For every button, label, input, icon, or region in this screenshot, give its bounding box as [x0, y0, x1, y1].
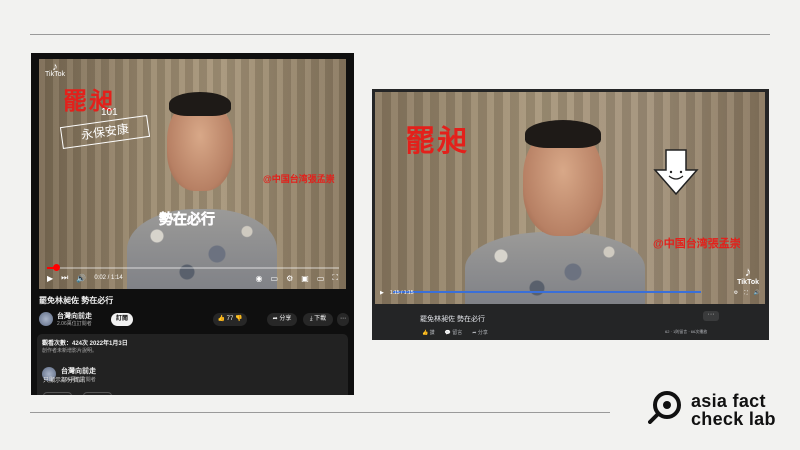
- like-dislike-button[interactable]: 👍 77 👎: [213, 313, 247, 326]
- settings-icon[interactable]: ⚙: [286, 274, 293, 283]
- afcl-logo-text: asia fact check lab: [691, 392, 776, 428]
- facebook-player-controls: ▶ 1:15 / 1:15 ⚙ ⛶ 🔊: [380, 288, 760, 298]
- overlay-handle: @中国台湾張孟崇: [263, 174, 335, 184]
- share-icon: ➦: [272, 316, 278, 322]
- comment-button[interactable]: 💬 留言: [445, 329, 463, 336]
- share-button[interactable]: ➦ 分享: [267, 313, 297, 326]
- more-actions-button[interactable]: ⋯: [337, 313, 349, 326]
- expand-icon[interactable]: ⛶: [744, 290, 748, 296]
- player-controls: ▶ ⏭ 🔊 0:02 / 1:14 ◉ ▭ ⚙ ▣ ▭ ⛶: [47, 271, 338, 285]
- volume-icon[interactable]: 🔊: [76, 274, 86, 283]
- overlay-handle: @中国台湾張孟崇: [653, 238, 741, 250]
- tiktok-icon: ♪: [52, 61, 58, 73]
- partial-info-note: 只顯示部分資訊: [43, 378, 86, 384]
- no-description-text: 創作者未新增影片說明。: [42, 348, 98, 354]
- facebook-screenshot: 罷昶 @中国台湾張孟崇 ♪ TikTok ▶ 1:15 / 1:15 ⚙ ⛶ 🔊…: [372, 89, 769, 340]
- thumbs-down-icon: 👎: [235, 316, 243, 322]
- channel-subscribers: 2.06萬位訂閱者: [57, 321, 92, 327]
- down-arrow-icon: [653, 149, 699, 196]
- subscribe-button[interactable]: 訂閱: [111, 313, 133, 326]
- youtube-screenshot: ♪ TikTok 罷昶 101 永保安康 @中国台湾張孟崇 勢在必行 ▶ ⏭ 🔊…: [31, 53, 354, 395]
- progress-scrubber[interactable]: [52, 264, 60, 271]
- person-hair: [169, 92, 231, 116]
- overlay-bless-number: 101: [101, 107, 118, 118]
- channel-row: 台灣向前走 2.06萬位訂閱者 訂閱 👍 77 👎 ➦ 分享 ⤓ 下載 ⋯: [37, 311, 349, 329]
- theater-icon[interactable]: ▭: [317, 274, 325, 283]
- channel-avatar[interactable]: [39, 312, 53, 326]
- tiktok-watermark: ♪ TikTok: [45, 61, 65, 79]
- time-display: 1:15 / 1:15: [389, 290, 414, 296]
- share-icon: ➦: [472, 330, 477, 336]
- settings-icon[interactable]: ⚙: [734, 290, 738, 296]
- tiktok-icon: ♪: [744, 264, 752, 279]
- more-options-button[interactable]: ···: [703, 311, 719, 321]
- autoplay-toggle-icon[interactable]: ◉: [256, 274, 263, 283]
- fullscreen-icon[interactable]: ⛶: [332, 273, 338, 283]
- download-icon: ⤓: [309, 316, 313, 322]
- description-box[interactable]: 觀看次數：424次 2022年1月3日 創作者未新增影片說明。 台灣向前走 2.…: [37, 334, 348, 395]
- top-divider: [30, 34, 770, 35]
- share-button[interactable]: ➦ 分享: [472, 329, 488, 336]
- captions-icon[interactable]: ▭: [271, 274, 279, 283]
- like-count: 77: [226, 316, 234, 322]
- videos-button[interactable]: ▣ 影片: [43, 392, 73, 395]
- youtube-progress-bar[interactable]: [47, 264, 339, 271]
- volume-icon[interactable]: 🔊: [754, 290, 760, 296]
- play-icon[interactable]: ▶: [47, 274, 53, 283]
- person-hair: [525, 120, 601, 148]
- facebook-video-player[interactable]: 罷昶 @中国台湾張孟崇 ♪ TikTok ▶ 1:15 / 1:15 ⚙ ⛶ 🔊: [375, 92, 765, 304]
- afcl-logo-icon: [648, 391, 681, 424]
- post-stats: 62 · 1則留言 · 66次播放: [665, 329, 708, 334]
- thumbs-up-icon: 👍: [217, 316, 225, 322]
- tiktok-label: TikTok: [45, 71, 65, 78]
- post-title: 罷免林昶佐 勢在必行: [420, 316, 485, 323]
- about-button[interactable]: ▤ 簡介: [83, 392, 113, 395]
- miniplayer-icon[interactable]: ▣: [301, 274, 309, 283]
- tiktok-label: TikTok: [737, 279, 759, 286]
- download-button[interactable]: ⤓ 下載: [303, 313, 333, 326]
- post-actions: 👍 讚 💬 留言 ➦ 分享: [422, 329, 488, 336]
- tiktok-watermark: ♪ TikTok: [737, 264, 759, 286]
- bottom-divider: [30, 412, 610, 413]
- video-title: 罷免林昶佐 勢在必行: [39, 296, 114, 305]
- overlay-bless-text: 永保安康: [59, 114, 151, 150]
- youtube-video-player[interactable]: ♪ TikTok 罷昶 101 永保安康 @中国台湾張孟崇 勢在必行 ▶ ⏭ 🔊…: [39, 59, 346, 289]
- views-and-date: 觀看次數：424次 2022年1月3日: [42, 341, 128, 347]
- thumbs-up-icon: 👍: [422, 330, 429, 336]
- next-icon[interactable]: ⏭: [61, 273, 68, 283]
- overlay-red-stamp: 罷昶: [405, 124, 469, 159]
- brand-line-2: check lab: [691, 409, 776, 429]
- play-icon[interactable]: ▶: [380, 290, 384, 296]
- time-display: 0:02 / 1:14: [94, 275, 123, 281]
- like-button[interactable]: 👍 讚: [422, 329, 435, 336]
- comment-icon: 💬: [444, 330, 451, 336]
- overlay-slogan: 勢在必行: [159, 211, 216, 228]
- brand-line-1: asia fact: [691, 391, 766, 411]
